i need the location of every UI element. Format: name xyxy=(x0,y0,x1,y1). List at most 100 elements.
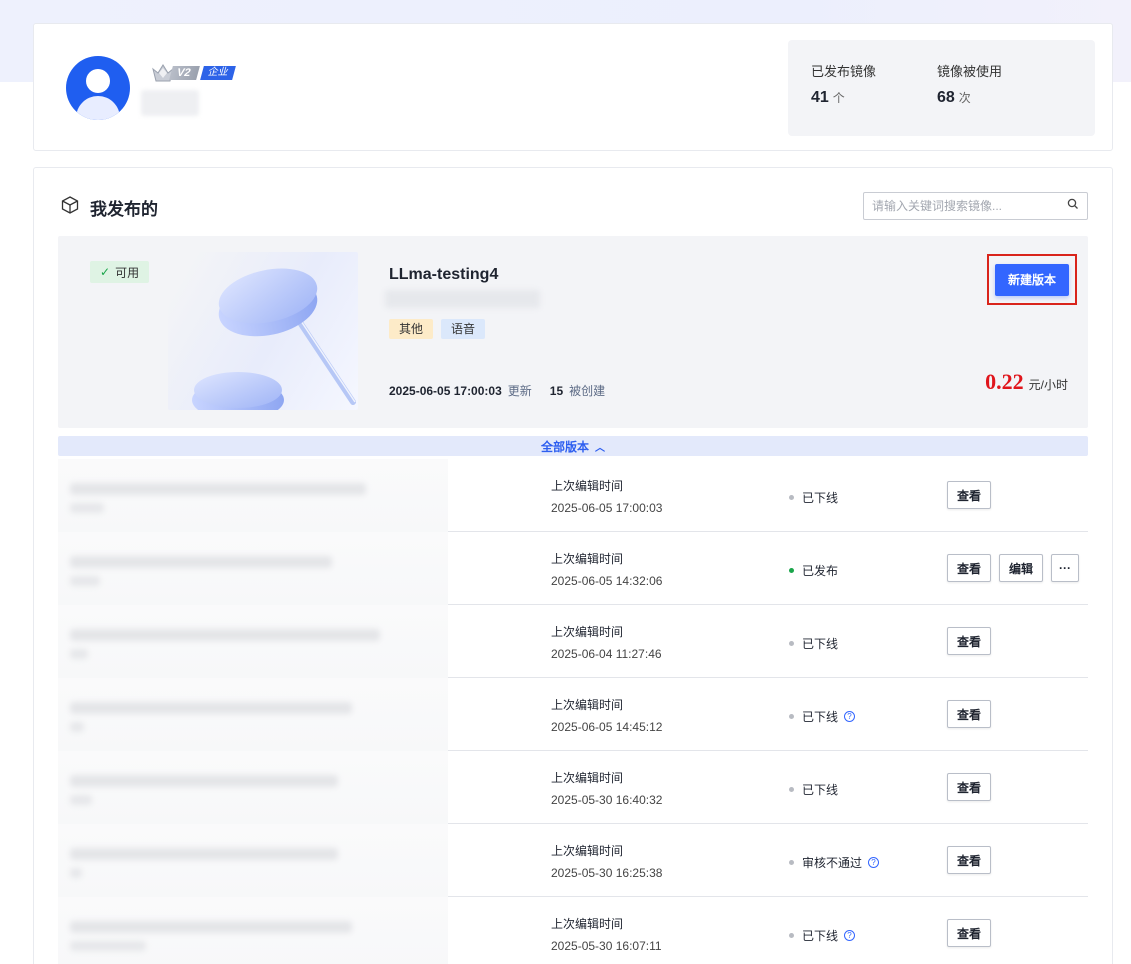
search-input[interactable] xyxy=(872,199,1067,213)
view-button[interactable]: 查看 xyxy=(947,846,992,874)
image-summary-panel: ✓ 可用 LLma-testing4 其他 语音 2025-06-05 17:0… xyxy=(58,236,1088,428)
search-box[interactable] xyxy=(863,192,1088,220)
version-status: 已下线? xyxy=(789,927,856,944)
created-label: 被创建 xyxy=(569,384,606,398)
view-button[interactable]: 查看 xyxy=(947,554,992,582)
edit-time-label: 上次编辑时间 xyxy=(551,771,624,785)
new-version-button[interactable]: 新建版本 xyxy=(995,263,1069,296)
section-header: 我发布的 xyxy=(60,195,158,220)
blurred-line xyxy=(70,795,92,805)
blurred-line xyxy=(70,775,338,787)
stat-value: 41 xyxy=(811,89,829,106)
tag-category: 其他 xyxy=(389,319,434,339)
enterprise-tag: 企业 xyxy=(200,66,237,80)
blurred-line xyxy=(70,722,84,732)
blurred-line xyxy=(70,868,82,878)
stat-value: 68 xyxy=(937,89,955,106)
status-dot-icon xyxy=(789,714,794,719)
blurred-description xyxy=(385,290,540,308)
edit-time-value: 2025-06-05 14:45:12 xyxy=(551,720,663,734)
status-label: 可用 xyxy=(115,265,140,280)
created-count: 15 xyxy=(549,383,564,398)
blurred-line xyxy=(70,629,380,641)
blurred-line xyxy=(70,503,104,513)
version-row: 上次编辑时间 2025-06-05 14:45:12 已下线? 查看 xyxy=(58,678,1088,751)
view-button[interactable]: 查看 xyxy=(947,773,992,801)
all-versions-label: 全部版本 xyxy=(540,439,589,454)
version-row: 上次编辑时间 2025-06-05 14:32:06 已发布 查看 编辑 ··· xyxy=(58,532,1088,605)
blurred-version-info xyxy=(58,751,448,824)
view-button[interactable]: 查看 xyxy=(947,627,992,655)
version-row: 上次编辑时间 2025-05-30 16:40:32 已下线 查看 xyxy=(58,751,1088,824)
profile-card: V2 企业 已发布镜像 41 个 镜像被使用 68 次 xyxy=(33,23,1113,151)
edit-time-value: 2025-05-30 16:07:11 xyxy=(551,939,662,953)
status-label: 已下线 xyxy=(802,637,839,651)
avatar xyxy=(66,56,130,120)
row-actions: 查看 xyxy=(947,919,992,947)
my-published-card: 我发布的 ✓ 可用 xyxy=(33,167,1113,964)
version-status: 已发布 xyxy=(789,562,838,579)
blurred-line xyxy=(70,483,366,495)
stats-panel: 已发布镜像 41 个 镜像被使用 68 次 xyxy=(788,40,1095,136)
edit-time-label: 上次编辑时间 xyxy=(551,917,624,931)
avatar-head-icon xyxy=(86,69,110,93)
version-row: 上次编辑时间 2025-05-30 16:07:11 已下线? 查看 xyxy=(58,897,1088,964)
all-versions-toggle[interactable]: 全部版本 ︿ xyxy=(58,436,1088,456)
blurred-line xyxy=(70,921,352,933)
updated-time: 2025-06-05 17:00:03 xyxy=(389,383,502,398)
cube-icon xyxy=(60,195,80,220)
more-button[interactable]: ··· xyxy=(1051,554,1080,582)
price-amount: 0.22 xyxy=(985,369,1024,394)
help-icon[interactable]: ? xyxy=(868,857,880,868)
blurred-line xyxy=(70,941,146,951)
image-cover xyxy=(168,252,358,410)
status-label: 已下线 xyxy=(802,491,839,505)
status-dot-icon xyxy=(789,860,794,865)
status-dot-icon xyxy=(789,787,794,792)
edit-button[interactable]: 编辑 xyxy=(999,554,1044,582)
stat-image-usage: 镜像被使用 68 次 xyxy=(937,61,1002,107)
chevron-up-icon: ︿ xyxy=(595,442,605,454)
help-icon[interactable]: ? xyxy=(844,930,856,941)
view-button[interactable]: 查看 xyxy=(947,481,992,509)
blurred-line xyxy=(70,576,100,586)
price: 0.22 元/小时 xyxy=(985,369,1068,395)
avatar-body-icon xyxy=(76,96,120,120)
status-label: 已下线 xyxy=(802,783,839,797)
stat-label: 镜像被使用 xyxy=(937,64,1003,79)
version-row: 上次编辑时间 2025-06-04 11:27:46 已下线 查看 xyxy=(58,605,1088,678)
status-dot-icon xyxy=(789,641,794,646)
stat-published-images: 已发布镜像 41 个 xyxy=(811,61,876,107)
image-meta: 2025-06-05 17:00:03 更新 15 被创建 xyxy=(389,382,605,399)
row-actions: 查看 xyxy=(947,846,992,874)
row-actions: 查看 xyxy=(947,481,992,509)
help-icon[interactable]: ? xyxy=(844,711,856,722)
version-status: 已下线 xyxy=(789,635,838,652)
version-status: 已下线 xyxy=(789,489,838,506)
status-label: 审核不通过 xyxy=(802,856,863,870)
row-actions: 查看 xyxy=(947,773,992,801)
edit-time-value: 2025-06-04 11:27:46 xyxy=(551,647,662,661)
blurred-line xyxy=(70,702,352,714)
edit-time-label: 上次编辑时间 xyxy=(551,552,624,566)
blurred-version-info xyxy=(58,605,448,678)
status-dot-icon xyxy=(789,568,794,573)
search-icon[interactable] xyxy=(1067,197,1079,215)
status-dot-icon xyxy=(789,495,794,500)
edit-time-label: 上次编辑时间 xyxy=(551,479,624,493)
view-button[interactable]: 查看 xyxy=(947,919,992,947)
stat-unit: 个 xyxy=(832,91,845,105)
blurred-version-info xyxy=(58,824,448,897)
row-actions: 查看 xyxy=(947,700,992,728)
status-badge: ✓ 可用 xyxy=(90,261,150,283)
edit-time-label: 上次编辑时间 xyxy=(551,625,624,639)
image-name: LLma-testing4 xyxy=(389,266,499,283)
highlight-box: 新建版本 xyxy=(987,254,1077,305)
status-label: 已下线 xyxy=(802,710,839,724)
edit-time-value: 2025-05-30 16:40:32 xyxy=(551,793,663,807)
level-tag: V2 xyxy=(169,66,201,80)
blurred-line xyxy=(70,848,338,860)
view-button[interactable]: 查看 xyxy=(947,700,992,728)
stat-unit: 次 xyxy=(958,91,971,105)
edit-time-value: 2025-06-05 17:00:03 xyxy=(551,501,663,515)
